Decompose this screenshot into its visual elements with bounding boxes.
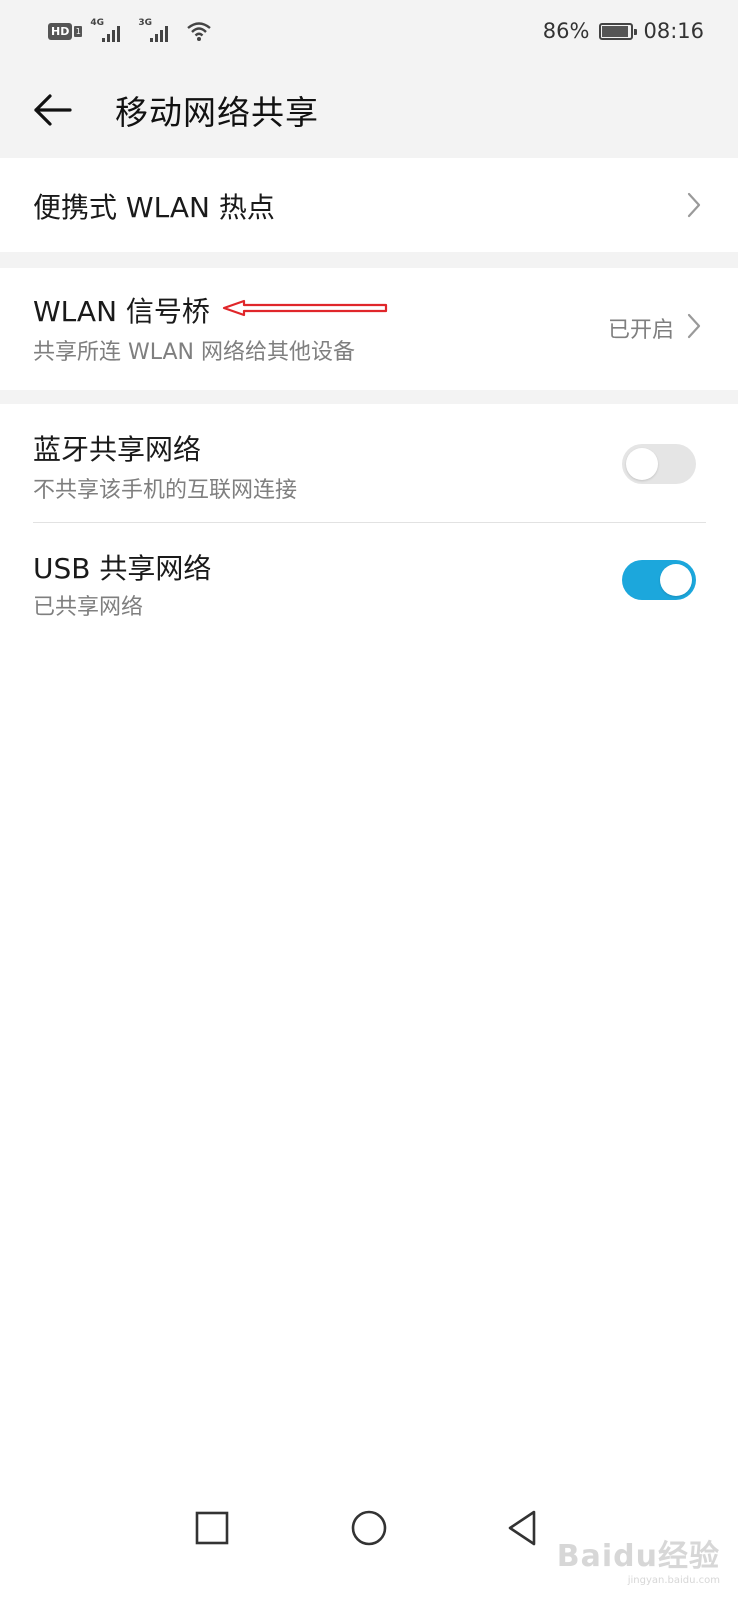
chevron-right-icon [687, 192, 701, 218]
bluetooth-tethering-title: 蓝牙共享网络 [33, 433, 202, 466]
home-button[interactable] [349, 1508, 389, 1552]
hd-label: HD [48, 22, 73, 40]
status-icons-right: 86% 08:16 [543, 14, 704, 48]
hd-sub-label: 1 [74, 25, 83, 37]
section-gap [0, 390, 738, 404]
bluetooth-tethering-toggle[interactable] [622, 444, 696, 484]
section-gap [0, 252, 738, 268]
status-icons-left: HD 1 4G 3G [48, 16, 212, 46]
wlan-bridge-subtitle: 共享所连 WLAN 网络给其他设备 [33, 340, 356, 365]
usb-tethering-row[interactable]: USB 共享网络 已共享网络 [0, 523, 738, 633]
battery-icon [599, 22, 638, 40]
watermark-sub: jingyan.baidu.com [627, 1575, 720, 1586]
bluetooth-tethering-subtitle: 不共享该手机的互联网连接 [33, 478, 298, 503]
signal-4g-icon: 4G [90, 18, 130, 44]
triangle-back-icon [508, 1510, 536, 1546]
back-nav-button[interactable] [503, 1508, 543, 1552]
watermark: Baidu经验 jingyan.baidu.com [557, 1531, 720, 1586]
bluetooth-tethering-row[interactable]: 蓝牙共享网络 不共享该手机的互联网连接 [0, 404, 738, 522]
wlan-bridge-row[interactable]: WLAN 信号桥 共享所连 WLAN 网络给其他设备 已开启 [0, 268, 738, 390]
back-button[interactable] [30, 88, 80, 134]
usb-tethering-title: USB 共享网络 [33, 552, 212, 585]
arrow-left-icon [34, 94, 72, 126]
signal-3g-icon: 3G [138, 18, 178, 44]
usb-tethering-toggle[interactable] [622, 560, 696, 600]
toggle-knob [660, 564, 692, 596]
hotspot-title: 便携式 WLAN 热点 [33, 191, 275, 224]
toggle-knob [626, 448, 658, 480]
recent-apps-button[interactable] [192, 1508, 232, 1552]
red-arrow-annotation [222, 299, 388, 317]
wifi-icon [187, 22, 212, 41]
wlan-bridge-status: 已开启 [607, 318, 674, 343]
page-title: 移动网络共享 [115, 93, 319, 132]
hotspot-row[interactable]: 便携式 WLAN 热点 [0, 158, 738, 252]
square-icon [195, 1511, 229, 1545]
watermark-text: Baidu经验 [556, 1539, 720, 1574]
circle-icon [351, 1510, 387, 1546]
usb-tethering-subtitle: 已共享网络 [33, 595, 144, 620]
hd-icon: HD 1 [48, 22, 83, 40]
wlan-bridge-title: WLAN 信号桥 [33, 295, 210, 328]
clock: 08:16 [643, 19, 704, 43]
navigation-bar: Baidu经验 jingyan.baidu.com [0, 1480, 738, 1600]
battery-percent: 86% [542, 19, 590, 43]
status-bar: HD 1 4G 3G 86% 08:16 [0, 0, 738, 62]
chevron-right-icon [687, 313, 701, 339]
